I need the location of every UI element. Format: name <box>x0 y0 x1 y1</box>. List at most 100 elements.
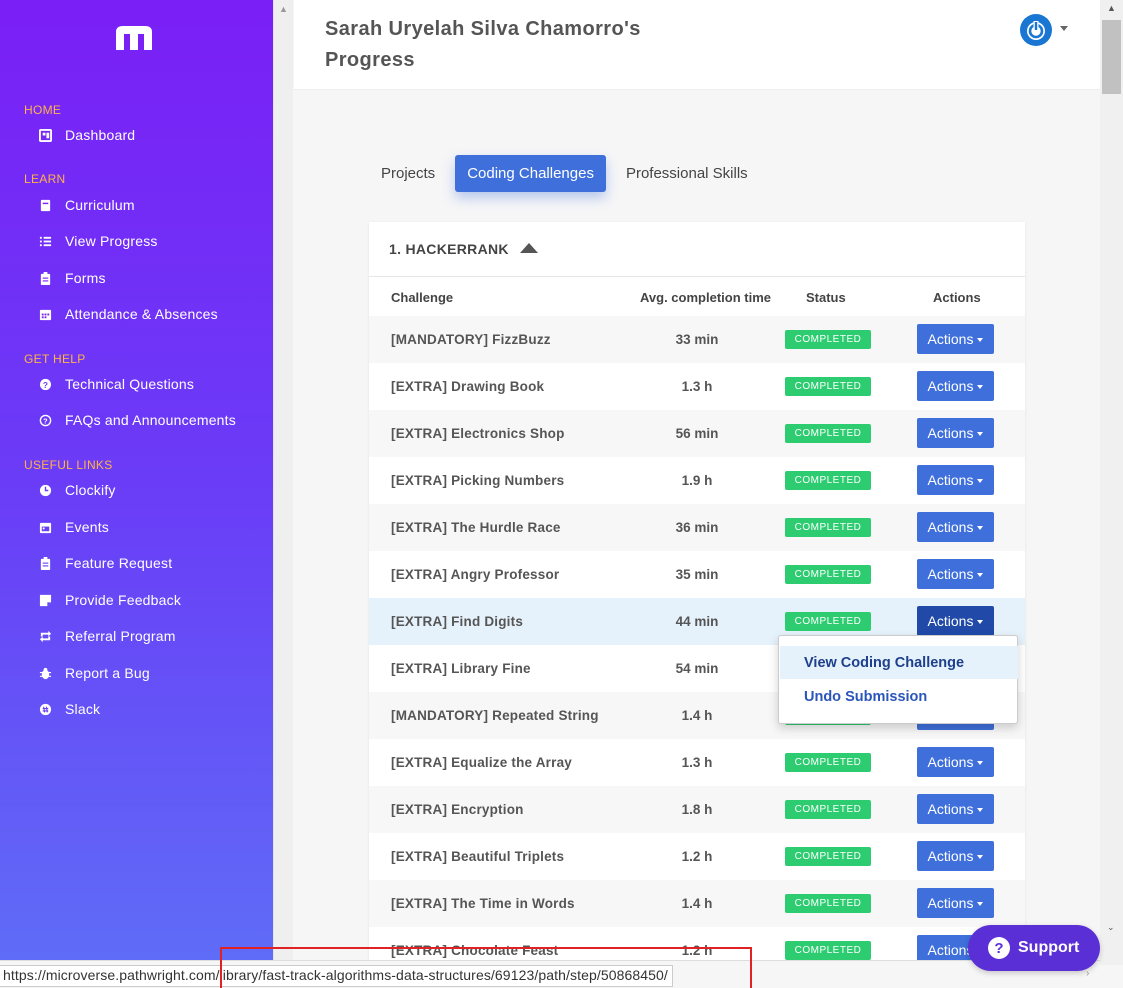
actions-label: Actions <box>927 848 974 864</box>
status-badge: COMPLETED <box>785 753 871 772</box>
actions-label: Actions <box>927 566 974 582</box>
sidebar-item-label: Provide Feedback <box>65 592 182 608</box>
completion-time: 1.2 h <box>681 943 713 958</box>
sidebar-item-referral-program[interactable]: Referral Program <box>38 624 176 648</box>
sidebar-item-provide-feedback[interactable]: Provide Feedback <box>38 588 181 612</box>
book-icon <box>38 198 53 212</box>
scroll-up-arrow-icon[interactable]: ▲ <box>279 4 288 14</box>
actions-button[interactable]: Actions <box>917 888 994 918</box>
scrollbar-thumb[interactable] <box>1102 20 1121 94</box>
sidebar-item-label: Clockify <box>65 482 116 498</box>
column-header: Avg. completion time <box>640 290 771 305</box>
sidebar: HOME Dashboard LEARN Curriculum View Pro… <box>0 0 273 988</box>
sidebar-item-dashboard[interactable]: Dashboard <box>38 123 135 147</box>
svg-text:?: ? <box>43 416 48 425</box>
column-header: Actions <box>933 290 981 305</box>
actions-button[interactable]: Actions <box>917 606 994 636</box>
actions-button[interactable]: Actions <box>917 465 994 495</box>
actions-label: Actions <box>927 425 974 441</box>
tab-professional-skills[interactable]: Professional Skills <box>614 155 760 192</box>
question-icon: ? <box>988 937 1010 959</box>
table-row: [EXTRA] Angry Professor 35 min COMPLETED Ac… <box>369 551 1025 598</box>
sidebar-item-label: Events <box>65 519 109 535</box>
scroll-up-icon[interactable]: ▲ <box>1107 3 1116 13</box>
sidebar-item-attendance[interactable]: Attendance & Absences <box>38 302 218 326</box>
status-badge: COMPLETED <box>785 471 871 490</box>
actions-button[interactable]: Actions <box>917 371 994 401</box>
sidebar-item-technical-questions[interactable]: ? Technical Questions <box>38 372 194 396</box>
table-row: [MANDATORY] FizzBuzz 33 min COMPLETED Actio… <box>369 316 1025 363</box>
sidebar-item-faqs[interactable]: ? FAQs and Announcements <box>38 408 236 432</box>
status-badge: COMPLETED <box>785 424 871 443</box>
inner-scroll-track[interactable]: ▲ <box>273 0 293 960</box>
caret-down-icon <box>977 385 984 389</box>
table-row: [EXTRA] Encryption 1.8 h COMPLETED Actions <box>369 786 1025 833</box>
completion-time: 1.4 h <box>681 708 713 723</box>
actions-button[interactable]: Actions <box>917 747 994 777</box>
completion-time: 1.2 h <box>681 849 713 864</box>
support-label: Support <box>1018 939 1080 956</box>
caret-down-icon <box>977 761 984 765</box>
section-home: HOME <box>24 103 62 117</box>
table-row: [EXTRA] Picking Numbers 1.9 h COMPLETED Act… <box>369 457 1025 504</box>
scroll-down-icon[interactable]: ⌄ <box>1107 922 1115 933</box>
bug-icon <box>38 666 53 680</box>
table-header: Challenge Avg. completion time Status Ac… <box>369 278 1025 316</box>
caret-down-icon <box>977 808 984 812</box>
actions-label: Actions <box>927 754 974 770</box>
sidebar-item-events[interactable]: Events <box>38 515 109 539</box>
section-title: 1. HACKERRANK <box>389 241 509 257</box>
clipboard-icon <box>38 556 53 570</box>
actions-button[interactable]: Actions <box>917 841 994 871</box>
column-header: Challenge <box>391 290 454 305</box>
sidebar-item-feature-request[interactable]: Feature Request <box>38 551 172 575</box>
caret-down-icon <box>977 338 984 342</box>
actions-button[interactable]: Actions <box>917 324 994 354</box>
completion-time: 1.3 h <box>681 755 713 770</box>
actions-button[interactable]: Actions <box>917 559 994 589</box>
sidebar-item-label: FAQs and Announcements <box>65 412 236 428</box>
undo-submission-menu-item[interactable]: Undo Submission <box>780 680 1018 713</box>
power-icon[interactable] <box>1020 14 1052 46</box>
challenge-name: [MANDATORY] FizzBuzz <box>391 332 551 347</box>
status-badge: COMPLETED <box>785 518 871 537</box>
tab-projects[interactable]: Projects <box>369 155 447 192</box>
status-badge: COMPLETED <box>785 330 871 349</box>
page-scrollbar[interactable]: ▲ ⌄ <box>1100 0 1123 965</box>
sidebar-item-forms[interactable]: Forms <box>38 266 106 290</box>
completion-time: 36 min <box>675 520 719 535</box>
tab-coding-challenges[interactable]: Coding Challenges <box>455 155 606 192</box>
status-url: https://microverse.pathwright.com/librar… <box>0 965 673 987</box>
retweet-icon <box>38 629 53 643</box>
challenge-name: [EXTRA] Equalize the Array <box>391 755 572 770</box>
actions-button[interactable]: Actions <box>917 794 994 824</box>
challenge-name: [EXTRA] Electronics Shop <box>391 426 565 441</box>
sidebar-item-label: Feature Request <box>65 555 173 571</box>
actions-label: Actions <box>927 942 974 958</box>
sidebar-item-label: Referral Program <box>65 628 176 644</box>
sidebar-item-curriculum[interactable]: Curriculum <box>38 193 135 217</box>
dashboard-icon <box>38 128 53 142</box>
column-header: Status <box>806 290 846 305</box>
slack-icon <box>38 702 53 716</box>
completion-time: 1.9 h <box>681 473 713 488</box>
sidebar-item-report-bug[interactable]: Report a Bug <box>38 661 150 685</box>
section-header-toggle[interactable]: 1. HACKERRANK <box>369 222 1025 277</box>
collapse-triangle-icon[interactable] <box>519 242 538 253</box>
page-header: Sarah Uryelah Silva Chamorro's Progress <box>294 0 1100 90</box>
sidebar-item-clockify[interactable]: Clockify <box>38 478 116 502</box>
completion-time: 33 min <box>675 332 719 347</box>
section-get-help: GET HELP <box>24 352 86 366</box>
sidebar-item-slack[interactable]: Slack <box>38 697 100 721</box>
caret-down-icon <box>977 573 984 577</box>
completion-time: 54 min <box>675 661 719 676</box>
microverse-logo[interactable] <box>114 24 154 50</box>
view-coding-challenge-menu-item[interactable]: View Coding Challenge <box>780 646 1018 679</box>
scroll-right-icon[interactable]: › <box>1086 968 1089 979</box>
chevron-down-icon[interactable] <box>1060 26 1068 31</box>
tasks-icon <box>38 234 53 248</box>
actions-button[interactable]: Actions <box>917 418 994 448</box>
sidebar-item-view-progress[interactable]: View Progress <box>38 229 158 253</box>
actions-button[interactable]: Actions <box>917 512 994 542</box>
support-button[interactable]: ? Support <box>968 925 1100 971</box>
